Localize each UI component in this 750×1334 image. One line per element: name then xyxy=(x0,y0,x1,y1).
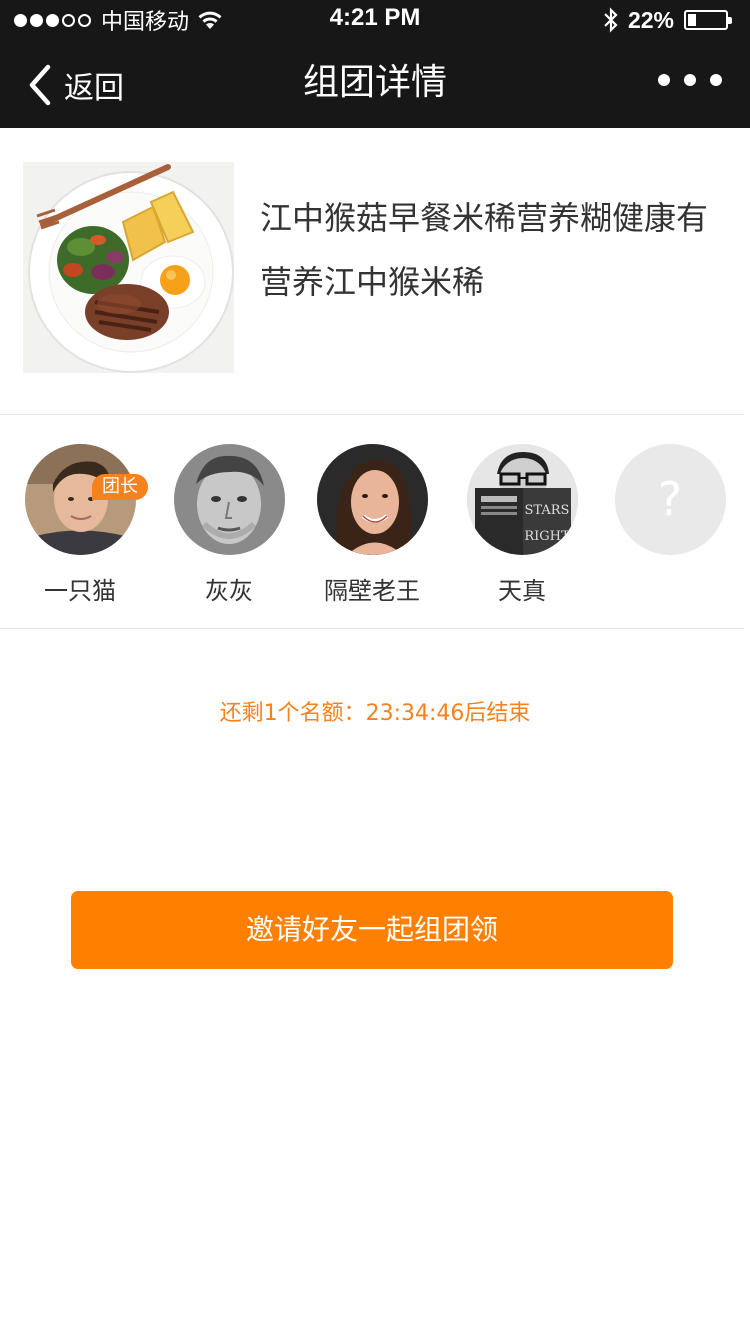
member-name: 隔壁老王 xyxy=(324,577,420,605)
member-item[interactable]: 隔壁老王 xyxy=(297,444,447,606)
member-name: 灰灰 xyxy=(205,577,253,605)
bluetooth-icon xyxy=(604,7,618,33)
navigation-bar: 返回 组团详情 xyxy=(0,40,750,128)
page-title: 组团详情 xyxy=(302,62,447,103)
question-mark-icon: ? xyxy=(614,444,726,555)
member-item[interactable]: 团长 一只猫 xyxy=(5,444,155,606)
member-item[interactable]: STARS RIGHT 天真 xyxy=(447,444,597,606)
empty-slot[interactable]: ? xyxy=(595,444,745,555)
avatar xyxy=(316,444,428,555)
svg-text:STARS: STARS xyxy=(524,503,569,518)
battery-percentage: 22% xyxy=(627,6,674,33)
invite-friends-button[interactable]: 邀请好友一起组团领 xyxy=(71,891,673,969)
status-right: 22% xyxy=(602,6,732,34)
member-item[interactable]: 灰灰 xyxy=(154,444,304,606)
svg-text:RIGHT: RIGHT xyxy=(524,529,570,544)
leader-badge: 团长 xyxy=(92,474,148,500)
divider xyxy=(0,628,744,629)
battery-icon xyxy=(684,10,732,30)
avatar: STARS RIGHT xyxy=(466,444,578,555)
breakfast-plate-image xyxy=(23,162,234,373)
member-list: 团长 一只猫 灰灰 隔壁老王 STARS RIGHT 天真 ? xyxy=(0,415,750,628)
member-name: 一只猫 xyxy=(44,577,116,605)
product-card[interactable]: 江中猴菇早餐米稀营养糊健康有营养江中猴米稀 xyxy=(0,128,750,415)
more-dots-icon[interactable] xyxy=(658,74,722,86)
product-title: 江中猴菇早餐米稀营养糊健康有营养江中猴米稀 xyxy=(260,199,709,301)
product-image xyxy=(23,162,234,373)
status-bar: 中国移动 4:21 PM 22% xyxy=(0,0,750,40)
countdown-text: 还剩1个名额：23:34:46后结束 xyxy=(219,701,531,726)
member-name: 天真 xyxy=(498,577,546,605)
avatar xyxy=(173,444,285,555)
